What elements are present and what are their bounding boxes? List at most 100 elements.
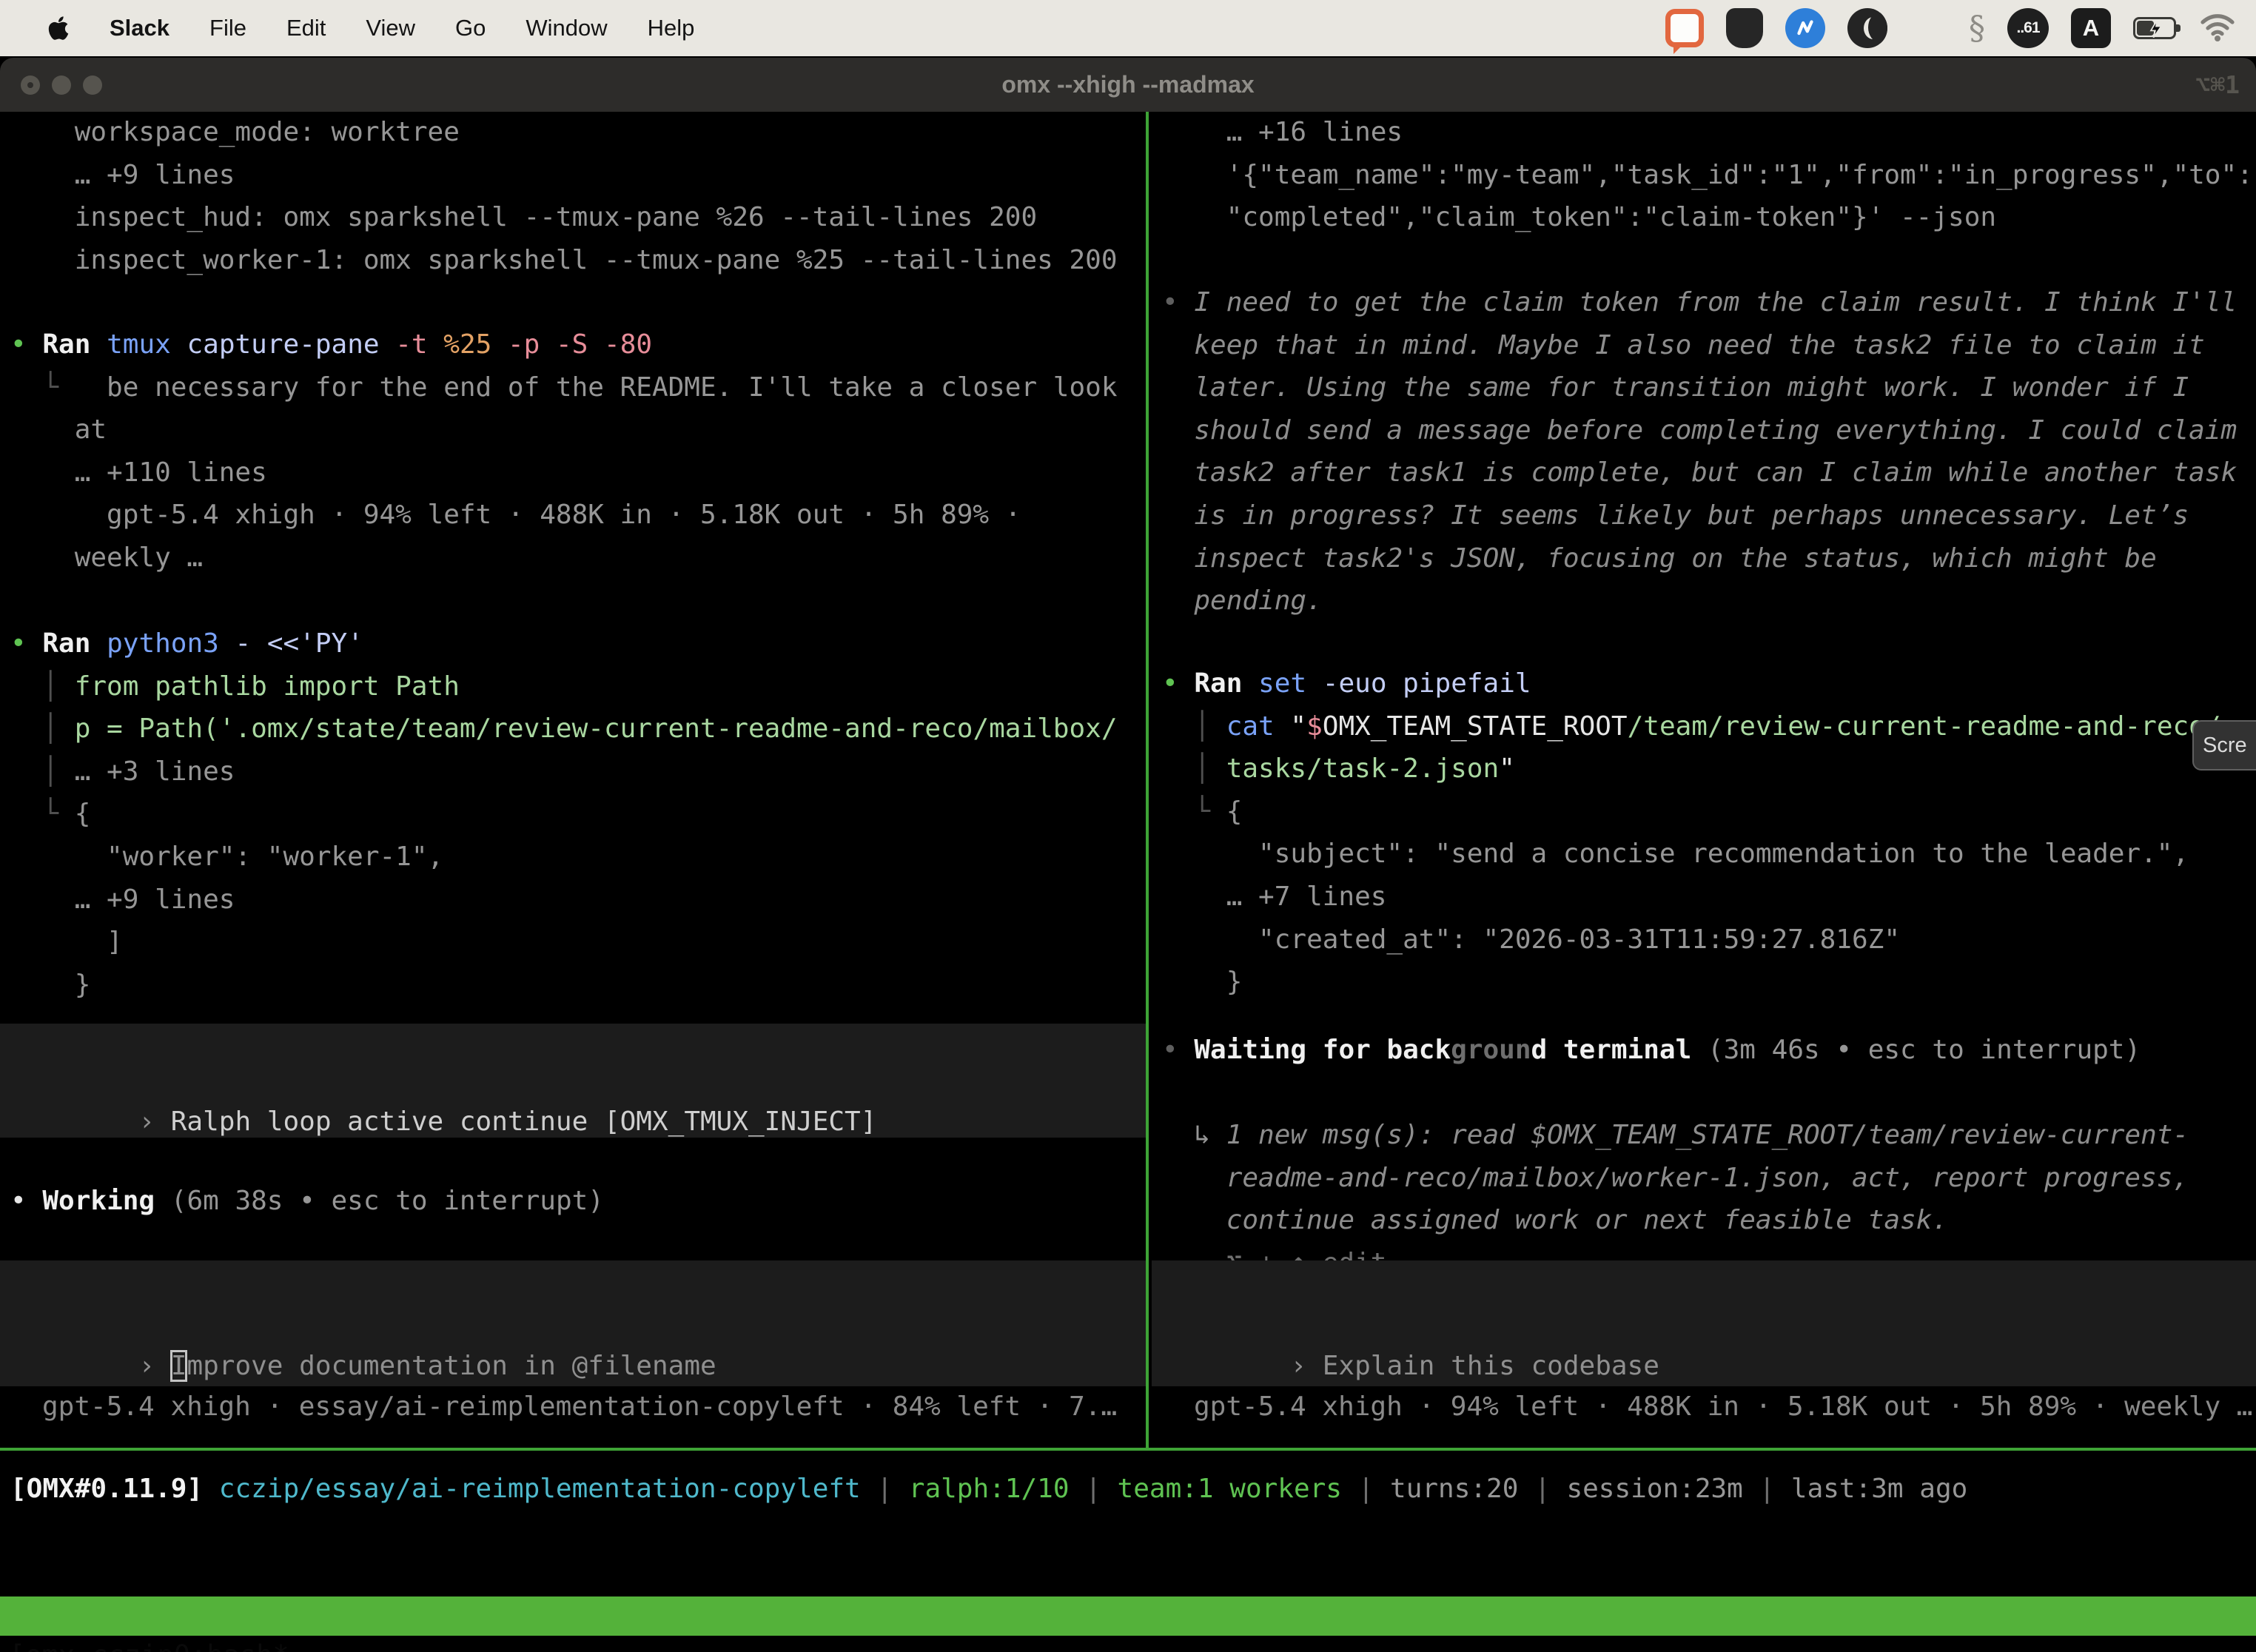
text-segment: python3 bbox=[107, 628, 219, 659]
output-block: • Ran python3 - <<'PY' │ from pathlib im… bbox=[0, 622, 1146, 1006]
text-segment: • bbox=[1162, 668, 1178, 699]
right-session-status: gpt-5.4 xhigh · 94% left · 488K in · 5.1… bbox=[1194, 1386, 2252, 1428]
terminal-line: • I need to get the claim token from the… bbox=[1152, 281, 2256, 324]
text-segment bbox=[90, 329, 107, 360]
text-segment: • bbox=[10, 628, 27, 659]
text-segment: is in progress? It seems likely but perh… bbox=[1162, 500, 2189, 531]
terminal-line: • Waiting for background terminal (3m 46… bbox=[1152, 1029, 2256, 1072]
text-segment: I need to get the claim token from the c… bbox=[1194, 287, 2237, 318]
terminal-line: } bbox=[1152, 961, 2256, 1004]
text-segment: /team/review-current-readme-and-reco/ bbox=[1628, 711, 2221, 742]
omx-status-segment: | bbox=[1342, 1474, 1390, 1504]
text-segment: Ran bbox=[1194, 668, 1242, 699]
text-segment: be necessary for the end of the README. … bbox=[107, 372, 1117, 403]
text-segment: inspect task2's JSON, focusing on the st… bbox=[1162, 543, 2157, 574]
terminal-line: … +9 lines bbox=[0, 154, 1146, 197]
text-segment: └ bbox=[10, 799, 75, 829]
terminal-line: continue assigned work or next feasible … bbox=[1152, 1199, 2256, 1242]
terminal-line: └ { bbox=[1152, 790, 2256, 833]
left-prompt-box[interactable]: › Improve documentation in @filename bbox=[0, 1260, 1146, 1386]
text-segment: "subject": "send a concise recommendatio… bbox=[1162, 839, 2189, 869]
left-session-status: gpt-5.4 xhigh · essay/ai-reimplementatio… bbox=[42, 1386, 1117, 1428]
omx-status-segment: team:1 workers bbox=[1118, 1474, 1342, 1504]
output-block: • Waiting for background terminal (3m 46… bbox=[1152, 1029, 2256, 1072]
text-segment: capture-pane bbox=[171, 329, 380, 360]
text-segment: -euo pipefail bbox=[1306, 668, 1531, 699]
tmux-pane-left[interactable]: workspace_mode: worktree … +9 lines insp… bbox=[0, 0, 1146, 1652]
terminal-line: │ p = Path('.omx/state/team/review-curre… bbox=[0, 708, 1146, 751]
text-segment: set bbox=[1258, 668, 1306, 699]
text-segment: … +7 lines bbox=[1162, 882, 1386, 912]
text-segment: " bbox=[1499, 753, 1515, 784]
text-segment: '{"team_name":"my-team","task_id":"1","f… bbox=[1162, 160, 2253, 190]
text-segment bbox=[1178, 287, 1195, 318]
omx-status-segment: | bbox=[1743, 1474, 1791, 1504]
right-prompt-chevron: › bbox=[1290, 1351, 1322, 1381]
pane-bottom-border bbox=[0, 1448, 2256, 1451]
terminal-line: readme-and-reco/mailbox/worker-1.json, a… bbox=[1152, 1157, 2256, 1200]
terminal-line: └ { bbox=[0, 793, 1146, 836]
inject-banner: › Ralph loop active continue [OMX_TMUX_I… bbox=[0, 1024, 1146, 1138]
text-segment: $ bbox=[1306, 711, 1323, 742]
text-segment: Ran bbox=[42, 628, 90, 659]
text-segment: at bbox=[10, 414, 107, 445]
text-segment bbox=[27, 1186, 43, 1216]
text-segment: … +16 lines bbox=[1162, 117, 1403, 147]
text-segment: keep that in mind. Maybe I also need the… bbox=[1162, 330, 2205, 360]
text-segment: p = Path('.omx/state/team/review-current… bbox=[75, 713, 1118, 744]
output-block: • Ran set -euo pipefail │ cat "$OMX_TEAM… bbox=[1152, 662, 2256, 1004]
screenshot-toast[interactable]: Scre bbox=[2192, 720, 2256, 770]
text-segment: 1 new msg(s): read $OMX_TEAM_STATE_ROOT/… bbox=[1226, 1120, 2189, 1150]
inject-banner-chevron: › bbox=[138, 1107, 170, 1137]
text-segment: groun bbox=[1451, 1035, 1531, 1065]
tmux-pane-right[interactable]: … +16 lines '{"team_name":"my-team","tas… bbox=[1152, 0, 2256, 1652]
output-block: ↳ 1 new msg(s): read $OMX_TEAM_STATE_ROO… bbox=[1152, 1114, 2256, 1284]
output-block: workspace_mode: worktree … +9 lines insp… bbox=[0, 111, 1146, 281]
terminal-line: keep that in mind. Maybe I also need the… bbox=[1152, 324, 2256, 367]
terminal-line: is in progress? It seems likely but perh… bbox=[1152, 494, 2256, 537]
text-segment: { bbox=[75, 799, 91, 829]
text-segment: %25 bbox=[428, 329, 492, 360]
omx-status-segment: session:23m bbox=[1566, 1474, 1742, 1504]
terminal-line: │ tasks/task-2.json" bbox=[1152, 748, 2256, 790]
terminal-line: │ from pathlib import Path bbox=[0, 665, 1146, 708]
omx-status-segment: cczip/essay/ai-reimplementation-copyleft bbox=[203, 1474, 861, 1504]
text-segment: • bbox=[1162, 287, 1178, 318]
desktop-screen: Slack FileEditViewGoWindowHelp § ..61 A bbox=[0, 0, 2256, 1652]
text-segment: inspect_worker-1: omx sparkshell --tmux-… bbox=[10, 245, 1118, 275]
text-segment: … +9 lines bbox=[10, 160, 235, 190]
terminal-line: … +7 lines bbox=[1152, 876, 2256, 919]
text-segment bbox=[27, 329, 43, 360]
terminal-line: │ … +3 lines bbox=[0, 751, 1146, 793]
pane-divider[interactable] bbox=[1146, 112, 1149, 1448]
right-prompt-input[interactable]: Explain this codebase bbox=[1323, 1351, 1659, 1381]
omx-status-segment: [OMX#0.11.9] bbox=[10, 1474, 203, 1504]
text-segment: │ bbox=[10, 671, 75, 702]
text-segment: │ bbox=[1162, 753, 1226, 784]
terminal-line: • Ran tmux capture-pane -t %25 -p -S -80 bbox=[0, 323, 1146, 366]
terminal-line: "worker": "worker-1", bbox=[0, 836, 1146, 879]
output-block: • Ran tmux capture-pane -t %25 -p -S -80… bbox=[0, 323, 1146, 580]
text-segment: later. Using the same for transition mig… bbox=[1162, 372, 2189, 403]
output-block: • I need to get the claim token from the… bbox=[1152, 281, 2256, 622]
terminal-line: '{"team_name":"my-team","task_id":"1","f… bbox=[1152, 154, 2256, 197]
text-segment: workspace_mode: worktree bbox=[10, 117, 460, 147]
text-segment: │ bbox=[10, 713, 75, 744]
text-segment: continue assigned work or next feasible … bbox=[1162, 1205, 1948, 1235]
terminal-line: gpt-5.4 xhigh · 94% left · 488K in · 5.1… bbox=[0, 494, 1146, 537]
tmux-session-name: [omx-cczip0:bash* bbox=[9, 1636, 289, 1652]
text-segment: (6m 38s • esc to interrupt) bbox=[155, 1186, 604, 1216]
text-segment bbox=[1178, 1035, 1195, 1065]
terminal-line: "created_at": "2026-03-31T11:59:27.816Z" bbox=[1152, 919, 2256, 961]
terminal-line: ] bbox=[0, 921, 1146, 964]
text-segment bbox=[27, 628, 43, 659]
terminal-line: workspace_mode: worktree bbox=[0, 111, 1146, 154]
omx-status-segment: | bbox=[861, 1474, 909, 1504]
text-segment: … +3 lines bbox=[75, 756, 235, 787]
text-segment: • bbox=[10, 329, 27, 360]
text-segment: { bbox=[1226, 796, 1243, 827]
text-segment: (3m 46s • esc to interrupt) bbox=[1691, 1035, 2141, 1065]
right-prompt-box[interactable]: › Explain this codebase bbox=[1152, 1260, 2256, 1386]
left-prompt-input[interactable]: Improve documentation in @filename bbox=[171, 1351, 716, 1381]
text-segment: Ran bbox=[42, 329, 90, 360]
